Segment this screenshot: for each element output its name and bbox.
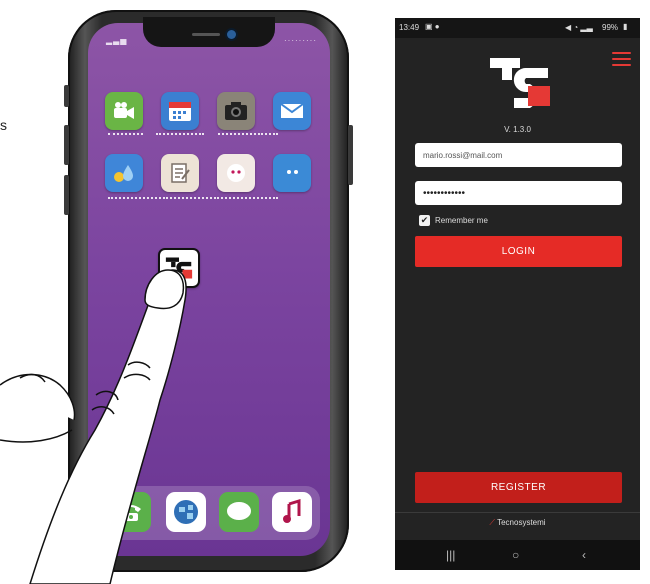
status-bar: 13:49 ▣ ● ◀ ◔ ▂▃ 99% ▮ (395, 18, 640, 38)
register-button[interactable]: REGISTER (415, 472, 622, 503)
footer-divider (395, 512, 640, 513)
remember-me-checkbox[interactable]: ✔ (419, 215, 430, 226)
brand-mark-icon: ⟋ (489, 518, 496, 527)
menu-icon[interactable] (612, 52, 631, 66)
home-button[interactable]: ○ (512, 548, 519, 562)
password-field[interactable] (415, 181, 622, 205)
status-icons: ◀ ◔ ▂▃ (565, 23, 593, 32)
recent-apps-button[interactable]: ||| (446, 548, 455, 562)
login-button[interactable]: LOGIN (415, 236, 622, 267)
finger-hand-illustration (0, 269, 187, 584)
battery-icon: ▮ (623, 22, 628, 31)
battery-level: 99% (602, 23, 619, 32)
brand-name: Tecnosystemi (497, 518, 546, 527)
remember-me-label: Remember me (435, 216, 488, 225)
notification-icons: ▣ ● (425, 22, 440, 31)
footer-brand: ⟋ Tecnosystemi (395, 518, 640, 528)
back-button[interactable]: ‹ (582, 548, 586, 562)
tecnosystemi-logo (488, 56, 552, 108)
version-label: V. 1.3.0 (504, 125, 531, 134)
email-field[interactable] (415, 143, 622, 167)
status-time: 13:49 (399, 23, 420, 32)
